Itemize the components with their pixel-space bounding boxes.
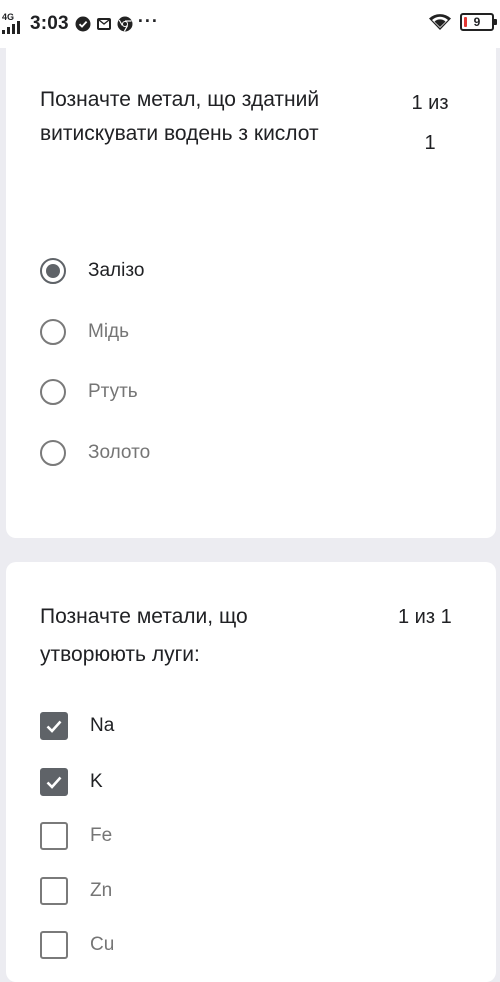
option-label: Мідь bbox=[88, 321, 130, 342]
radio-unselected-icon[interactable] bbox=[40, 319, 66, 345]
radio-option-mid[interactable]: Мідь bbox=[40, 319, 129, 345]
question-card-2: Позначте метали, що утворюють луги: 1 из… bbox=[6, 562, 496, 982]
option-label: K bbox=[90, 771, 103, 792]
checkbox-unchecked-icon[interactable] bbox=[40, 822, 68, 850]
option-label: Cu bbox=[90, 934, 115, 955]
checkbox-option-cu[interactable]: Cu bbox=[40, 931, 114, 959]
checkbox-option-fe[interactable]: Fe bbox=[40, 822, 112, 850]
option-label: Na bbox=[90, 715, 115, 736]
signal-icon: 4G bbox=[2, 12, 26, 36]
checkbox-option-na[interactable]: Na bbox=[40, 712, 114, 740]
question-1-score: 1 из 1 bbox=[411, 92, 449, 154]
radio-unselected-icon[interactable] bbox=[40, 440, 66, 466]
radio-option-zalizo[interactable]: Залізо bbox=[40, 258, 144, 284]
battery-icon: 9 bbox=[460, 13, 497, 31]
checkbox-checked-icon[interactable] bbox=[40, 768, 68, 796]
question-2-text: Позначте метали, що утворюють луги: bbox=[40, 605, 248, 666]
more-dots-icon: ··· bbox=[137, 10, 159, 31]
checkbox-unchecked-icon[interactable] bbox=[40, 877, 68, 905]
check-circle-icon bbox=[75, 16, 91, 32]
checkbox-option-zn[interactable]: Zn bbox=[40, 877, 112, 905]
chrome-icon bbox=[117, 16, 133, 32]
checkbox-unchecked-icon[interactable] bbox=[40, 931, 68, 959]
clock: 3:03 bbox=[30, 13, 69, 34]
checkbox-option-k[interactable]: K bbox=[40, 768, 103, 796]
radio-option-rtut[interactable]: Ртуть bbox=[40, 379, 138, 405]
option-label: Fe bbox=[90, 825, 113, 846]
option-label: Zn bbox=[90, 880, 113, 901]
checkbox-checked-icon[interactable] bbox=[40, 712, 68, 740]
option-label: Залізо bbox=[88, 260, 145, 281]
battery-level: 9 bbox=[473, 15, 481, 29]
radio-selected-icon[interactable] bbox=[40, 258, 66, 284]
mail-icon bbox=[96, 18, 111, 30]
option-label: Золото bbox=[88, 442, 151, 463]
radio-unselected-icon[interactable] bbox=[40, 379, 66, 405]
question-1-text: Позначте метал, що здатний витискувати в… bbox=[40, 88, 320, 145]
question-card-1: Позначте метал, що здатний витискувати в… bbox=[6, 36, 496, 538]
wifi-icon bbox=[429, 14, 451, 30]
question-2-score: 1 из 1 bbox=[398, 606, 452, 628]
radio-option-zoloto[interactable]: Золото bbox=[40, 440, 150, 466]
option-label: Ртуть bbox=[88, 381, 138, 402]
